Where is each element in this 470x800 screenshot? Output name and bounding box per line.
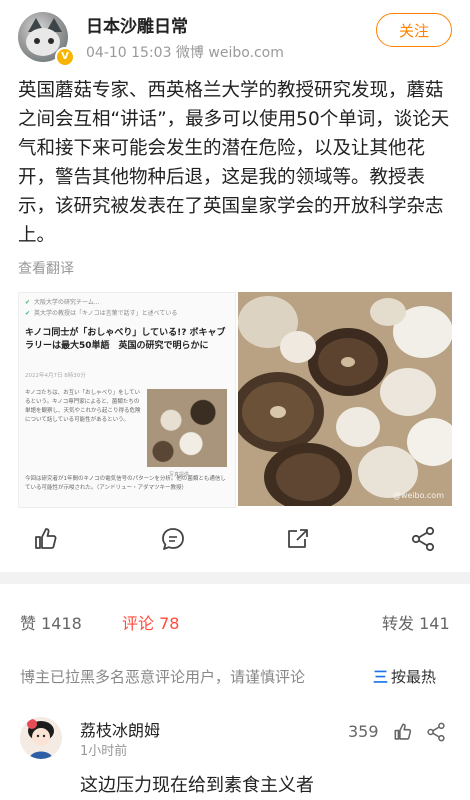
section-divider: [0, 572, 470, 584]
more-share-icon[interactable]: [410, 526, 436, 552]
comment-icon[interactable]: [160, 526, 186, 552]
tab-reposts-label: 转发: [382, 614, 415, 633]
commenter-avatar[interactable]: [20, 717, 62, 759]
sort-button[interactable]: 三按最热: [373, 666, 436, 687]
verified-badge-icon: V: [55, 47, 75, 67]
tab-comments[interactable]: 评论 78: [122, 610, 179, 634]
check-icon: ✔: [25, 310, 31, 317]
article-list-item: 大阪大学の研究チーム...: [34, 299, 100, 306]
follow-button[interactable]: 关注: [376, 13, 452, 47]
article-body: キノコたちは、お互い「おしゃべり」をしているという。キノコ専門家によると、菌類た…: [25, 390, 141, 423]
tab-comments-label: 评论: [122, 614, 155, 633]
tab-likes[interactable]: 赞 1418: [20, 610, 82, 634]
article-list-item: 英大学の教授は「キノコは言葉で話す」と述べている: [34, 310, 178, 317]
comment-text: 这边压力现在给到素食主义者: [80, 775, 314, 796]
share-icon[interactable]: [285, 526, 311, 552]
tab-reposts[interactable]: 转发 141: [382, 610, 450, 634]
post-image-mushrooms[interactable]: @weibo.com: [238, 292, 452, 506]
article-list: ✔ 大阪大学の研究チーム... ✔ 英大学の教授は「キノコは言葉で話す」と述べている: [25, 297, 229, 319]
tab-reposts-count: 141: [419, 614, 450, 633]
action-bar: [0, 520, 470, 560]
comment-like-count[interactable]: 359: [348, 722, 379, 741]
author-name[interactable]: 日本沙雕日常: [86, 12, 188, 37]
stats-tabs: 赞 1418 评论 78 转发 141: [0, 604, 470, 638]
post-text: 英国蘑菇专家、西英格兰大学的教授研究发现，蘑菇之间会互相“讲话”，最多可以使用5…: [18, 80, 450, 246]
comment-notice: 博主已拉黑多名恶意评论用户，请谨慎评论: [20, 668, 306, 686]
comment-time: 1小时前: [80, 744, 128, 759]
comment-likes: 359: [348, 722, 379, 741]
article-headline: キノコ同士が「おしゃべり」している!? ボキャブラリーは最大50単語 英国の研究…: [25, 328, 226, 351]
like-icon[interactable]: [33, 526, 59, 552]
sort-label: 按最热: [391, 668, 437, 686]
post-meta: 04-10 15:03 微博 weibo.com: [86, 45, 284, 61]
article-body-2: 今回は研究者が1年間のキノコの電気信号のパターンを分析。他の菌類とも通信している…: [25, 476, 226, 491]
comment-share-icon[interactable]: [426, 722, 446, 742]
comment-like-icon[interactable]: [393, 722, 413, 742]
commenter-name[interactable]: 荔枝冰朗姆: [80, 717, 160, 741]
article-photo: [147, 389, 227, 467]
tab-comments-count: 78: [159, 614, 180, 633]
tab-likes-label: 赞: [20, 614, 37, 633]
post-header: V 日本沙雕日常 04-10 15:03 微博 weibo.com 关注: [0, 0, 470, 70]
article-date: 2022年4月7日 8時30分: [25, 373, 86, 379]
post-image-article[interactable]: ✔ 大阪大学の研究チーム... ✔ 英大学の教授は「キノコは言葉で話す」と述べている…: [18, 292, 236, 508]
check-icon: ✔: [25, 299, 31, 306]
translate-link[interactable]: 查看翻译: [18, 258, 74, 278]
commenter-avatar-image: [20, 717, 62, 759]
mushrooms-photo: [238, 292, 452, 506]
tab-likes-count: 1418: [41, 614, 82, 633]
sort-icon: 三: [373, 668, 389, 686]
photo-watermark: @weibo.com: [392, 491, 444, 500]
